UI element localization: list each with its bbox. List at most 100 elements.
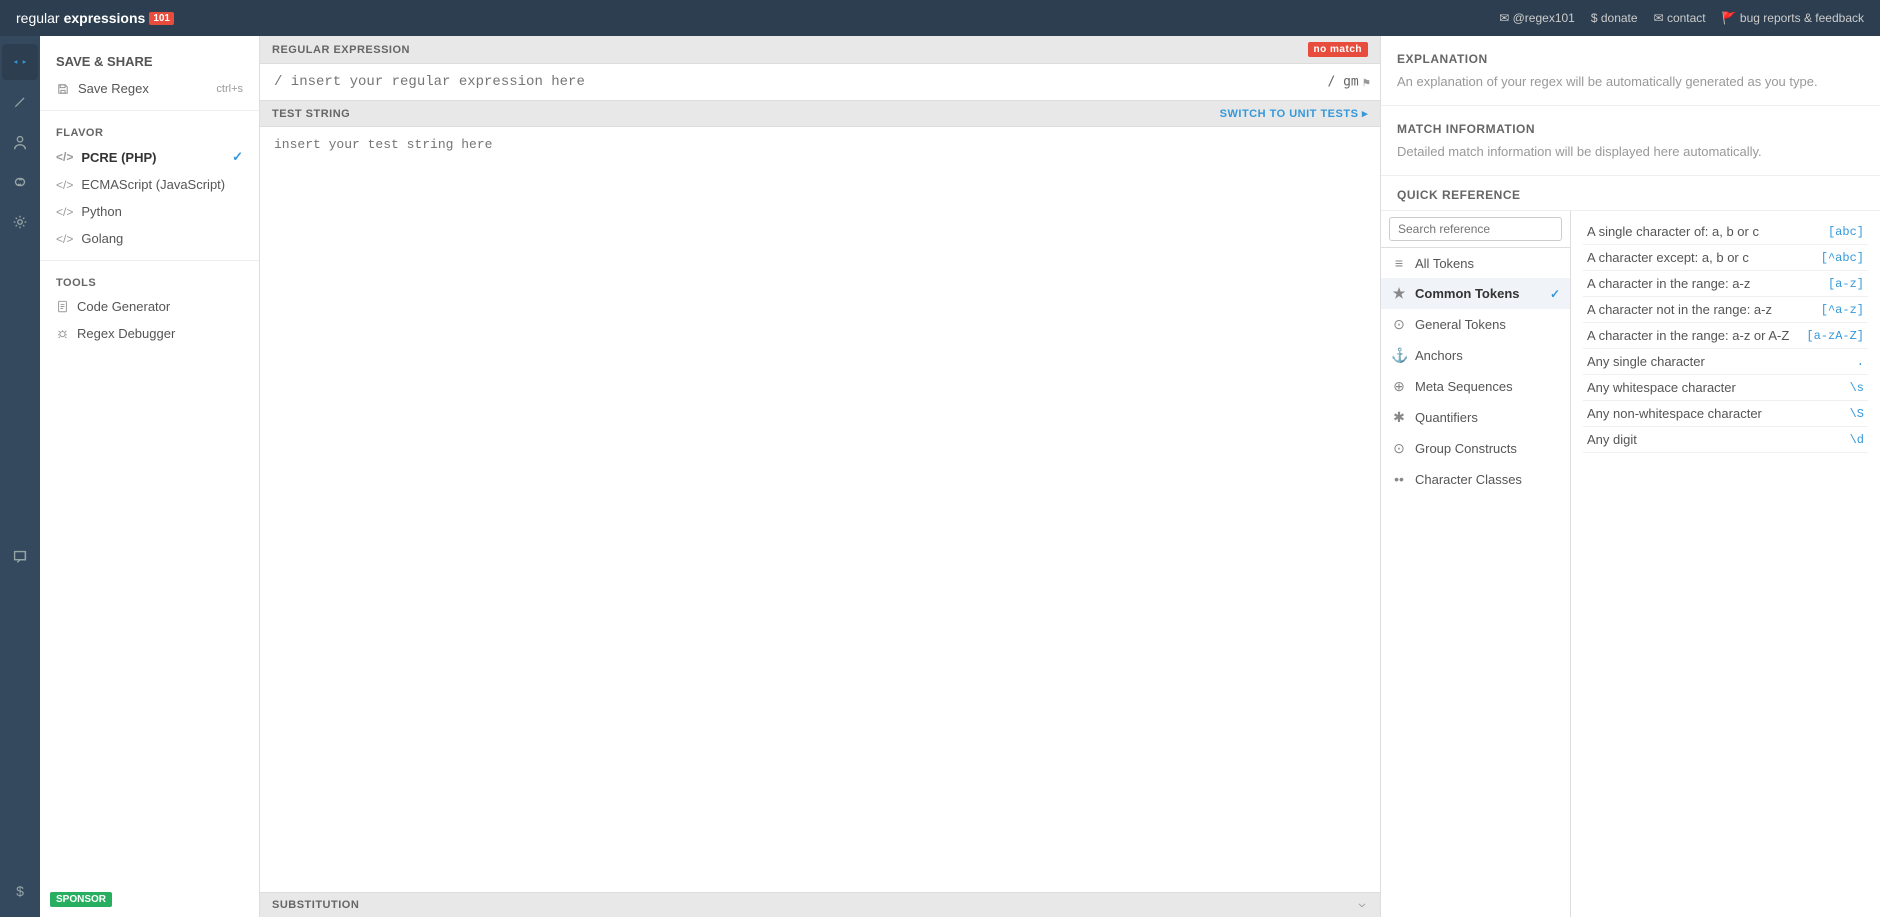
switch-unit-tests-button[interactable]: SWITCH TO UNIT TESTS ▸ <box>1220 107 1368 120</box>
qr-character-classes[interactable]: •• Character Classes <box>1381 464 1570 494</box>
all-tokens-label: All Tokens <box>1415 256 1474 271</box>
table-row[interactable]: A character not in the range: a-z[^a-z] <box>1583 297 1868 323</box>
qr-all-tokens[interactable]: ≡ All Tokens <box>1381 248 1570 278</box>
nav-donate-link[interactable]: $ donate <box>1591 11 1638 25</box>
row-description: Any digit <box>1583 427 1800 453</box>
row-description: A character in the range: a-z or A-Z <box>1583 323 1800 349</box>
logo-expressions: expressions <box>64 10 146 26</box>
bug-icon <box>56 327 69 340</box>
right-panel: EXPLANATION An explanation of your regex… <box>1380 36 1880 917</box>
qr-quantifiers[interactable]: ✱ Quantifiers <box>1381 402 1570 433</box>
row-description: A character except: a, b or c <box>1583 245 1800 271</box>
save-share-title: SAVE & SHARE <box>56 54 153 69</box>
regex-input[interactable] <box>260 64 1380 100</box>
qr-group-constructs[interactable]: ⊙ Group Constructs <box>1381 433 1570 464</box>
divider-1 <box>40 110 259 111</box>
table-row[interactable]: A character in the range: a-z[a-z] <box>1583 271 1868 297</box>
regular-expression-label: REGULAR EXPRESSION <box>272 44 410 56</box>
anchors-icon: ⚓ <box>1391 347 1407 364</box>
test-string-area <box>260 127 1380 892</box>
qr-common-tokens[interactable]: ★ Common Tokens ✓ <box>1381 278 1570 309</box>
flavor-ecma[interactable]: </> ECMAScript (JavaScript) <box>40 171 259 198</box>
row-description: A character in the range: a-z <box>1583 271 1800 297</box>
substitution-label: SUBSTITUTION <box>272 899 359 911</box>
explanation-title: EXPLANATION <box>1397 52 1864 66</box>
tool-code-generator[interactable]: Code Generator <box>40 293 259 320</box>
flags-text: / gm <box>1327 75 1358 90</box>
save-share-section: SAVE & SHARE <box>40 48 259 75</box>
flavor-python[interactable]: </> Python <box>40 198 259 225</box>
table-row[interactable]: A character except: a, b or c[^abc] <box>1583 245 1868 271</box>
general-tokens-icon: ⊙ <box>1391 316 1407 333</box>
table-row[interactable]: Any non-whitespace character\S <box>1583 401 1868 427</box>
nav-contact-link[interactable]: ✉ contact <box>1654 11 1706 25</box>
common-tokens-icon: ★ <box>1391 285 1407 302</box>
row-token: [a-z] <box>1800 271 1868 297</box>
sidebar-icon-sponsor[interactable]: $ <box>2 873 38 909</box>
save-icon <box>56 82 70 96</box>
regex-debugger-label: Regex Debugger <box>77 326 175 341</box>
meta-sequences-label: Meta Sequences <box>1415 379 1513 394</box>
table-row[interactable]: A character in the range: a-z or A-Z[a-z… <box>1583 323 1868 349</box>
row-description: Any whitespace character <box>1583 375 1800 401</box>
character-classes-icon: •• <box>1391 471 1407 487</box>
sidebar-icon-settings[interactable] <box>2 204 38 240</box>
group-constructs-label: Group Constructs <box>1415 441 1517 456</box>
quantifiers-label: Quantifiers <box>1415 410 1478 425</box>
sidebar-icon-link[interactable] <box>2 164 38 200</box>
logo-regular: regular <box>16 10 60 26</box>
row-description: Any non-whitespace character <box>1583 401 1800 427</box>
test-string-textarea[interactable] <box>260 127 1380 892</box>
tool-regex-debugger[interactable]: Regex Debugger <box>40 320 259 347</box>
flavor-golang[interactable]: </> Golang <box>40 225 259 252</box>
qr-meta-sequences[interactable]: ⊕ Meta Sequences <box>1381 371 1570 402</box>
nav-twitter-link[interactable]: ✉ @regex101 <box>1499 11 1575 25</box>
match-info-title: MATCH INFORMATION <box>1397 122 1864 136</box>
sidebar-icon-code[interactable] <box>2 44 38 80</box>
code-icon-pcre: </> <box>56 150 73 164</box>
row-token: \S <box>1800 401 1868 427</box>
qr-general-tokens[interactable]: ⊙ General Tokens <box>1381 309 1570 340</box>
quick-ref-title: QUICK REFERENCE <box>1381 176 1880 211</box>
row-token: . <box>1800 349 1868 375</box>
main-layout: $ SAVE & SHARE Save Regex ctrl+s FLAVOR … <box>0 36 1880 917</box>
regex-flags: / gm ⚑ <box>1327 75 1370 90</box>
table-row[interactable]: A single character of: a, b or c[abc] <box>1583 219 1868 245</box>
row-token: [a-zA-Z] <box>1800 323 1868 349</box>
icon-sidebar: $ <box>0 36 40 917</box>
sidebar-icon-user[interactable] <box>2 124 38 160</box>
quick-ref-table: A single character of: a, b or c[abc]A c… <box>1583 219 1868 453</box>
row-description: Any single character <box>1583 349 1800 375</box>
table-row[interactable]: Any single character. <box>1583 349 1868 375</box>
row-token: \s <box>1800 375 1868 401</box>
quick-ref-dropdown: ≡ All Tokens ★ Common Tokens ✓ ⊙ General… <box>1381 211 1571 917</box>
code-icon-golang: </> <box>56 232 73 246</box>
nav-bugs-link[interactable]: 🚩 bug reports & feedback <box>1722 11 1864 25</box>
tools-title: TOOLS <box>40 269 259 293</box>
match-info-section: MATCH INFORMATION Detailed match informa… <box>1381 106 1880 176</box>
test-string-header: TEST STRING SWITCH TO UNIT TESTS ▸ <box>260 101 1380 127</box>
qr-anchors[interactable]: ⚓ Anchors <box>1381 340 1570 371</box>
common-tokens-label: Common Tokens <box>1415 286 1520 301</box>
sidebar-icon-edit[interactable] <box>2 84 38 120</box>
quick-ref-search-input[interactable] <box>1389 217 1562 241</box>
sidebar-icon-chat[interactable] <box>2 539 38 575</box>
save-regex-label: Save Regex <box>78 81 149 96</box>
regex-expression-header: no match REGULAR EXPRESSION no match <box>260 36 1380 64</box>
code-generator-label: Code Generator <box>77 299 170 314</box>
meta-sequences-icon: ⊕ <box>1391 378 1407 395</box>
all-tokens-icon: ≡ <box>1391 255 1407 271</box>
center-panel: no match REGULAR EXPRESSION no match / g… <box>260 36 1380 917</box>
anchors-label: Anchors <box>1415 348 1463 363</box>
flavor-pcre[interactable]: </> PCRE (PHP) ✓ <box>40 143 259 171</box>
match-info-text: Detailed match information will be displ… <box>1397 144 1864 159</box>
table-row[interactable]: Any whitespace character\s <box>1583 375 1868 401</box>
table-row[interactable]: Any digit\d <box>1583 427 1868 453</box>
divider-2 <box>40 260 259 261</box>
flags-dropdown-icon[interactable]: ⚑ <box>1363 75 1370 89</box>
chevron-down-icon <box>1356 899 1368 911</box>
row-token: [abc] <box>1800 219 1868 245</box>
save-regex-button[interactable]: Save Regex ctrl+s <box>40 75 259 102</box>
quick-ref-search <box>1381 211 1570 248</box>
common-tokens-check: ✓ <box>1550 287 1560 301</box>
